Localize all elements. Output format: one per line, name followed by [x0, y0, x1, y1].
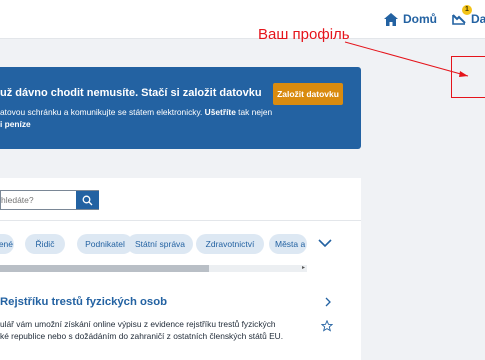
chevron-right-icon[interactable] [322, 296, 334, 308]
banner-title: už dávno chodit nemusíte. Stačí si založ… [0, 87, 262, 99]
banner-text-start: atovou schránku a komunikujte se státem … [0, 107, 205, 117]
datovka-banner: už dávno chodit nemusíte. Stačí si založ… [0, 67, 361, 149]
search-input[interactable] [1, 191, 75, 209]
category-chip-podnikatel[interactable]: Podnikatel [77, 234, 133, 254]
divider [0, 220, 361, 221]
result-description-line2: ké republice nebo s dožádáním do zahrani… [0, 331, 284, 341]
search-button[interactable] [76, 191, 99, 209]
category-chip-0[interactable]: ené [0, 234, 14, 254]
banner-text-bold: Ušetříte [204, 107, 236, 117]
home-icon [384, 12, 398, 26]
notification-badge: 1 [462, 5, 472, 15]
annotation-label: Ваш профіль [258, 26, 350, 43]
banner-description: atovou schránku a komunikujte se státem … [0, 107, 272, 117]
nav-inbox-label: Da [471, 12, 485, 26]
search-panel: ené Řidič Podnikatel Státní správa Zdrav… [0, 178, 361, 360]
scrollbar-thumb[interactable] [0, 265, 209, 272]
category-chip-ridic[interactable]: Řidič [25, 234, 65, 254]
nav-home-link[interactable]: Domů [384, 10, 437, 28]
banner-description-line2: i peníze [0, 119, 31, 129]
chips-scrollbar[interactable]: ▸ [0, 265, 307, 272]
category-chip-mesta[interactable]: Města a [269, 234, 307, 254]
star-icon[interactable] [321, 320, 333, 332]
banner-text-end: tak nejen [235, 107, 273, 117]
category-chip-statni-sprava[interactable]: Státní správa [127, 234, 193, 254]
inbox-icon [452, 14, 466, 25]
annotation-highlight-box [451, 56, 485, 98]
search-icon [82, 195, 93, 205]
chevron-down-icon[interactable] [317, 236, 333, 250]
category-chip-zdravotnictvi[interactable]: Zdravotnictví [196, 234, 264, 254]
result-description: ulář vám umožní získání online výpisu z … [0, 319, 276, 329]
scrollbar-right-arrow[interactable]: ▸ [302, 265, 307, 272]
nav-home-label: Domů [403, 12, 437, 26]
search-box [0, 190, 99, 210]
create-datovka-button[interactable]: Založit datovku [273, 83, 343, 105]
top-bar: Domů Da 1 [0, 0, 485, 39]
result-title-link[interactable]: Rejstříku trestů fyzických osob [0, 296, 167, 308]
